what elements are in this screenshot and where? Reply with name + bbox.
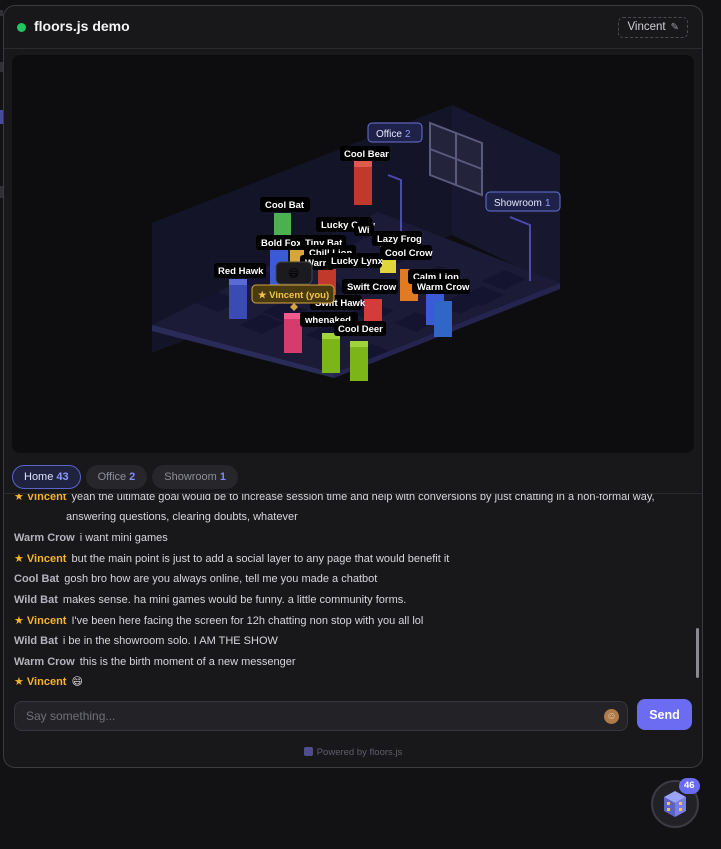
svg-text:Bold Fox: Bold Fox bbox=[261, 238, 302, 249]
svg-text:Warm Crow: Warm Crow bbox=[417, 282, 470, 293]
message-item: ★ Vincent I've been here facing the scree… bbox=[14, 615, 424, 627]
message-item: ★ Vincent but the main point is just to a… bbox=[14, 553, 450, 565]
composer: ☺ Send bbox=[14, 699, 692, 733]
message-scrollbar[interactable] bbox=[696, 628, 699, 678]
message-item: Wild Bat i be in the showroom solo. I AM … bbox=[14, 635, 278, 647]
svg-text:Cool Bear: Cool Bear bbox=[344, 149, 389, 160]
chat-widget: floors.js demo Vincent ✎ Office 2 Showro… bbox=[3, 5, 703, 768]
svg-text:Wi: Wi bbox=[358, 225, 370, 236]
room-label-showroom[interactable]: Showroom 1 bbox=[485, 191, 561, 212]
message-item: ★ Vincent yeah the ultimate goal would be… bbox=[14, 493, 655, 523]
tab-office[interactable]: Office 2 bbox=[85, 465, 148, 489]
powered-by: Powered by floors.js bbox=[4, 747, 702, 758]
emoji-bubble: 😄 bbox=[288, 268, 299, 280]
app-title: floors.js demo bbox=[34, 18, 130, 34]
room-label-office[interactable]: Office 2 bbox=[367, 122, 423, 143]
svg-text:Office: Office bbox=[376, 129, 402, 140]
username-label: Vincent bbox=[627, 21, 666, 33]
send-button[interactable]: Send bbox=[637, 699, 692, 730]
message-item: ★ Vincent 😄 bbox=[14, 676, 83, 688]
pencil-icon: ✎ bbox=[670, 22, 679, 33]
svg-text:2: 2 bbox=[405, 129, 411, 140]
svg-text:Cool Bat: Cool Bat bbox=[265, 200, 305, 211]
tab-home[interactable]: Home 43 bbox=[12, 465, 81, 489]
message-input[interactable] bbox=[14, 701, 628, 731]
username-chip[interactable]: Vincent ✎ bbox=[618, 17, 688, 38]
isometric-scene[interactable]: Office 2 Showroom 1 Cool Bear Cool Bat L… bbox=[12, 55, 694, 453]
message-list[interactable]: ★ Vincent yeah the ultimate goal would be… bbox=[4, 493, 702, 691]
message-item: Wild Bat makes sense. ha mini games would… bbox=[14, 594, 407, 606]
message-item: Warm Crow i want mini games bbox=[14, 532, 168, 544]
scene-svg: Office 2 Showroom 1 Cool Bear Cool Bat L… bbox=[152, 105, 561, 381]
svg-text:Swift Crow: Swift Crow bbox=[347, 282, 397, 293]
svg-text:Cool Crow: Cool Crow bbox=[385, 248, 433, 259]
floors-logo-icon bbox=[303, 747, 313, 756]
svg-text:★ Vincent (you): ★ Vincent (you) bbox=[258, 290, 329, 301]
powered-by-link[interactable]: floors.js bbox=[370, 747, 403, 758]
emoji-icon[interactable]: ☺ bbox=[604, 709, 619, 724]
room-tabs: Home 43 Office 2 Showroom 1 bbox=[12, 465, 238, 489]
message-item: Warm Crow this is the birth moment of a n… bbox=[14, 656, 296, 668]
header: floors.js demo Vincent ✎ bbox=[4, 6, 702, 49]
online-count-badge: 46 bbox=[679, 778, 700, 794]
svg-text:Cool Deer: Cool Deer bbox=[338, 324, 383, 335]
message-item: Cool Bat gosh bro how are you always onli… bbox=[14, 573, 378, 585]
tab-showroom[interactable]: Showroom 1 bbox=[152, 465, 238, 489]
online-status-dot bbox=[17, 23, 26, 32]
svg-text:1: 1 bbox=[545, 198, 551, 209]
svg-text:Lazy Frog: Lazy Frog bbox=[377, 234, 422, 245]
svg-text:Showroom: Showroom bbox=[494, 198, 542, 209]
svg-text:Lucky Lynx: Lucky Lynx bbox=[331, 256, 384, 267]
svg-text:Red Hawk: Red Hawk bbox=[218, 266, 264, 277]
